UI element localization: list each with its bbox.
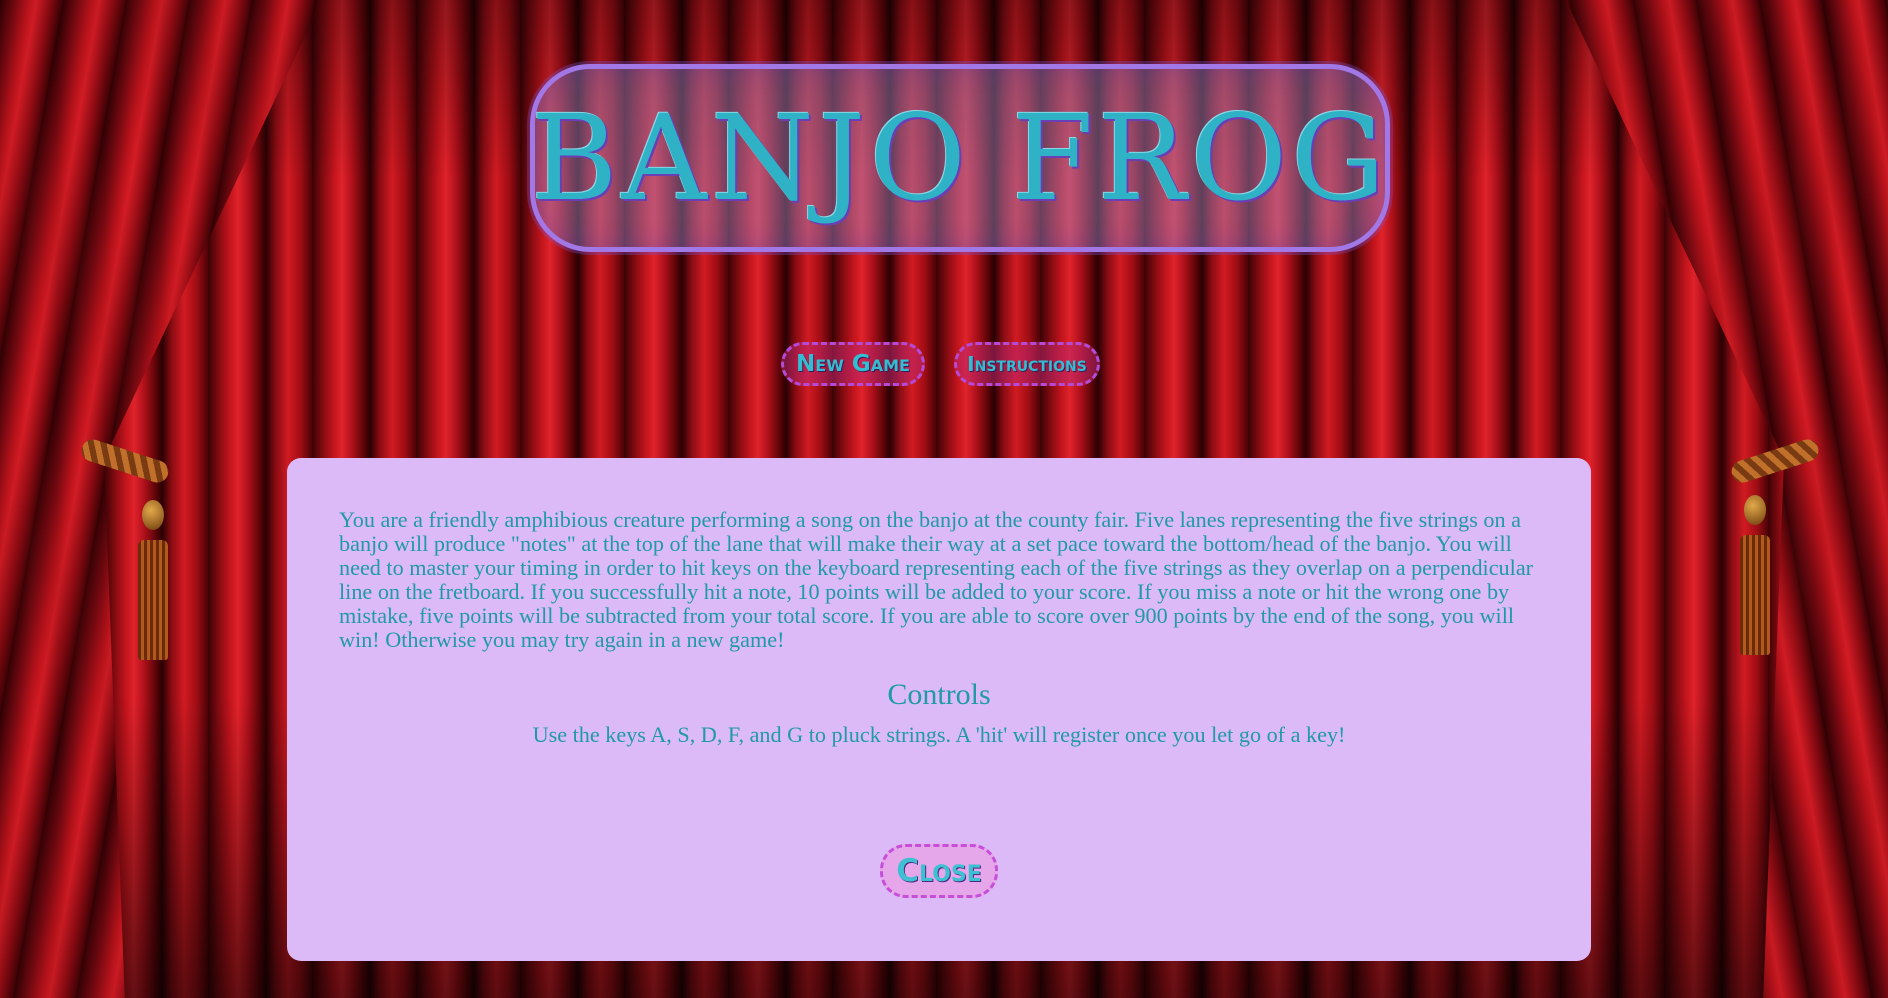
left-tassel-knob <box>142 500 164 530</box>
right-tassel-knob <box>1744 495 1766 525</box>
controls-text: Use the keys A, S, D, F, and G to pluck … <box>532 722 1346 747</box>
game-title: BANJO FROG <box>530 89 1390 227</box>
controls-heading: Controls <box>887 678 991 711</box>
game-title-plate: BANJO FROG <box>530 64 1390 252</box>
left-tassel <box>138 540 168 660</box>
instructions-panel: You are a friendly amphibious creature p… <box>287 458 1591 961</box>
instructions-text: You are a friendly amphibious creature p… <box>339 507 1534 652</box>
new-game-button[interactable]: New Game <box>781 342 925 386</box>
right-tassel <box>1740 535 1770 655</box>
instructions-button[interactable]: Instructions <box>954 342 1100 386</box>
close-button[interactable]: Close <box>880 844 998 898</box>
